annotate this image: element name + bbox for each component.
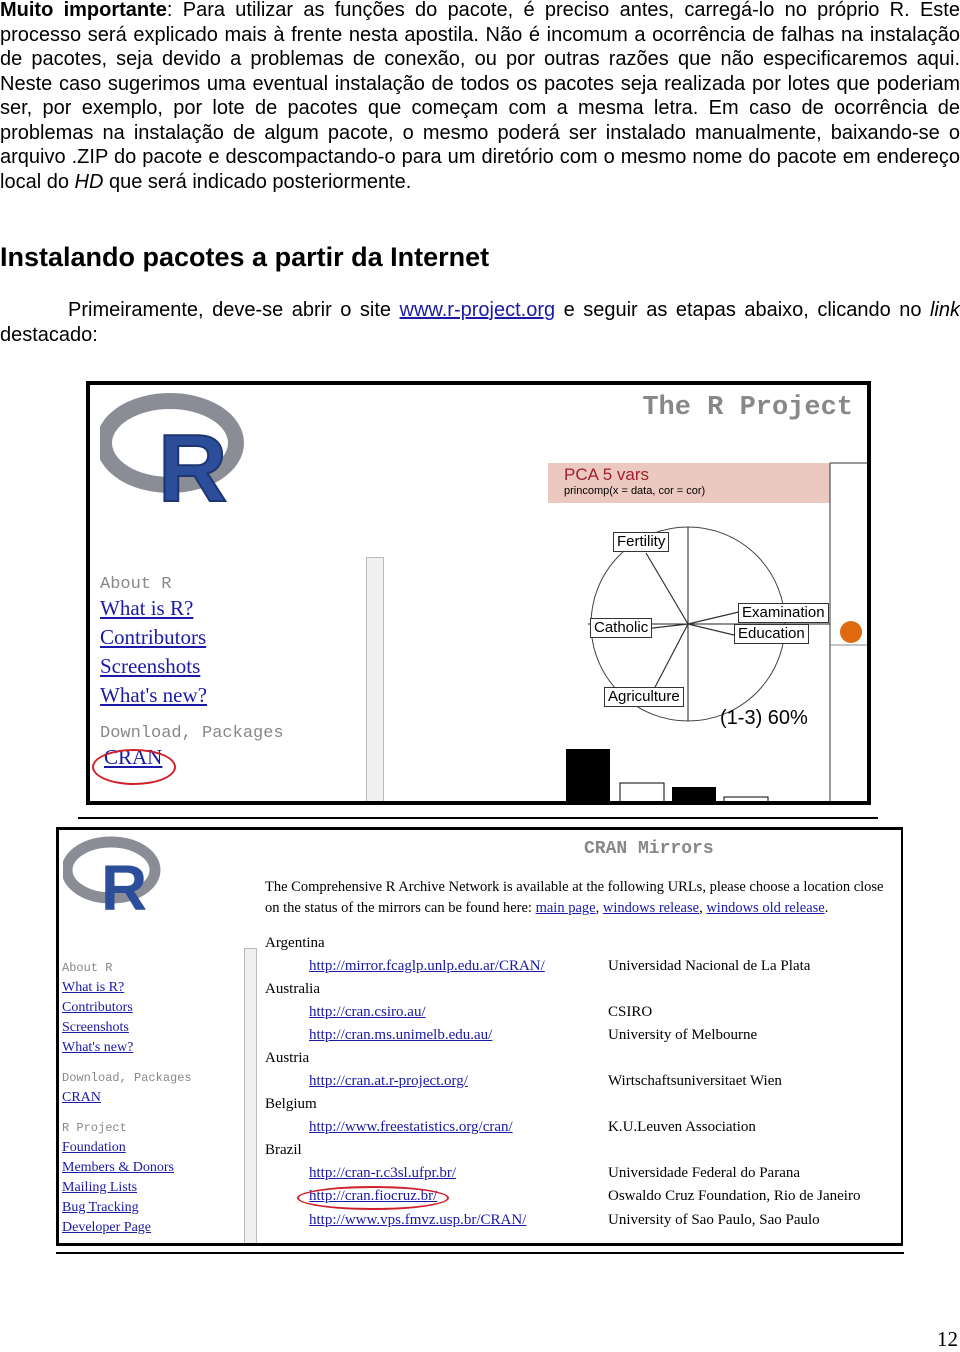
nav-screenshots[interactable]: Screenshots (100, 652, 284, 681)
section-heading: Instalando pacotes a partir da Internet (0, 242, 490, 272)
nav-what-is-r[interactable]: What is R? (62, 978, 192, 998)
p2-c: destacado: (0, 323, 98, 346)
label-fertility: Fertility (613, 532, 670, 552)
label-catholic: Catholic (590, 618, 653, 638)
scree-bars (566, 749, 769, 801)
mirror-institution: Universidade Federal do Parana (608, 1165, 801, 1181)
intro-text: : Para utilizar as funções do pacote, é … (0, 0, 960, 193)
country-argentina: Argentina (265, 935, 325, 951)
country-brazil: Brazil (265, 1142, 302, 1158)
mirror-institution: University of Sao Paulo, Sao Paulo (608, 1212, 820, 1228)
mirror-url-link[interactable]: http://cran.csiro.au/ (309, 1004, 426, 1021)
bold-lead: Muito importante (0, 0, 167, 21)
project-header: R Project (62, 1121, 127, 1135)
download-header: Download, Packages (62, 1071, 192, 1085)
hd-italic: HD (74, 170, 104, 193)
mirror-url-link[interactable]: http://www.freestatistics.org/cran/ (309, 1119, 513, 1136)
scrollbar[interactable] (244, 948, 257, 1243)
r-project-screenshot: R The R Project About R What is R? Contr… (86, 381, 871, 805)
divider-top (78, 817, 878, 819)
pca-percent: (1-3) 60% (720, 707, 808, 729)
mirror-url-link[interactable]: http://cran-r.c3sl.ufpr.br/ (309, 1165, 456, 1182)
highlight-circle (297, 1186, 449, 1210)
country-austria: Austria (265, 1050, 310, 1066)
nav-screenshots[interactable]: Screenshots (62, 1018, 192, 1038)
mirror-institution: Oswaldo Cruz Foundation, Rio de Janeiro (608, 1188, 861, 1204)
mirror-institution: K.U.Leuven Association (608, 1119, 756, 1135)
p2-a: Primeiramente, deve-se abrir o site (68, 299, 400, 321)
r-logo-icon: R (63, 836, 161, 912)
page-title: CRAN Mirrors (584, 839, 714, 859)
mirror-url-link[interactable]: http://mirror.fcaglp.unlp.edu.ar/CRAN/ (309, 958, 545, 975)
p2-b: e seguir as etapas abaixo, clicando no (555, 299, 930, 321)
nav-contributors[interactable]: Contributors (100, 623, 284, 652)
page-title: The R Project (642, 393, 853, 423)
r-project-link[interactable]: www.r-project.org (400, 299, 556, 321)
country-belgium: Belgium (265, 1096, 317, 1112)
mirror-url-link[interactable]: http://cran.at.r-project.org/ (309, 1073, 468, 1090)
page-number: 12 (937, 1327, 958, 1351)
r-logo-icon: R (100, 393, 244, 505)
about-header: About R (100, 575, 172, 594)
download-header: Download, Packages (100, 724, 284, 743)
nav-what-is-r[interactable]: What is R? (100, 594, 284, 623)
nav-cran[interactable]: CRAN (62, 1088, 192, 1108)
intro2-text: on the status of the mirrors can be foun… (265, 900, 536, 916)
instructions-paragraph: Primeiramente, deve-se abrir o site www.… (0, 298, 960, 347)
country-australia: Australia (265, 981, 320, 997)
nav-members-donors[interactable]: Members & Donors (62, 1158, 192, 1178)
mirror-institution: University of Melbourne (608, 1027, 758, 1043)
main-page-link[interactable]: main page (536, 900, 596, 916)
nav-foundation[interactable]: Foundation (62, 1138, 192, 1158)
nav-whats-new[interactable]: What's new? (100, 681, 284, 710)
p2-italic: link (929, 299, 960, 321)
scrollbar[interactable] (366, 557, 384, 801)
label-education: Education (734, 624, 809, 644)
highlight-circle (92, 749, 176, 785)
nav-bug-tracking[interactable]: Bug Tracking (62, 1198, 192, 1218)
divider-bottom (56, 1252, 904, 1254)
intro-text-end: que será indicado posteriormente. (103, 170, 412, 193)
intro-line-2: on the status of the mirrors can be foun… (265, 900, 829, 916)
windows-release-link[interactable]: windows release (603, 900, 699, 916)
mirror-institution: Universidad Nacional de La Plata (608, 958, 811, 974)
label-examination: Examination (738, 603, 829, 623)
intro-line-1: The Comprehensive R Archive Network is a… (265, 879, 884, 895)
mirror-institution: Wirtschaftsuniversitaet Wien (608, 1073, 782, 1089)
about-header: About R (62, 961, 113, 975)
nav-contributors[interactable]: Contributors (62, 998, 192, 1018)
nav-whats-new[interactable]: What's new? (62, 1038, 192, 1058)
mirror-url-link[interactable]: http://www.vps.fmvz.usp.br/CRAN/ (309, 1212, 526, 1229)
orange-dot (840, 621, 862, 643)
label-agriculture: Agriculture (604, 687, 684, 707)
svg-text:R: R (158, 415, 227, 505)
svg-text:R: R (101, 852, 147, 912)
intro-paragraph: Muito importante: Para utilizar as funçõ… (0, 0, 960, 194)
windows-old-release-link[interactable]: windows old release (706, 900, 824, 916)
mirror-url-link[interactable]: http://cran.ms.unimelb.edu.au/ (309, 1027, 492, 1044)
nav-developer-page[interactable]: Developer Page (62, 1218, 192, 1238)
mirror-institution: CSIRO (608, 1004, 653, 1020)
nav-mailing-lists[interactable]: Mailing Lists (62, 1178, 192, 1198)
cran-mirrors-screenshot: R CRAN Mirrors The Comprehensive R Archi… (56, 827, 903, 1246)
